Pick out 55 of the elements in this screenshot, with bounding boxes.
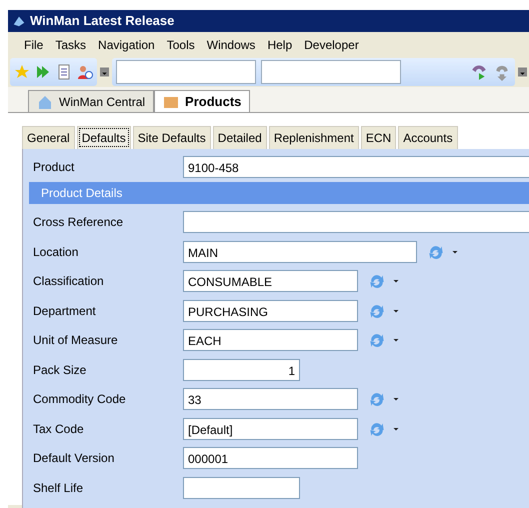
field-label: Pack Size — [33, 362, 88, 379]
input-field[interactable]: CONSUMABLE — [183, 270, 358, 292]
dropdown-icon[interactable] — [392, 277, 400, 286]
menu-item[interactable]: Developer — [298, 36, 365, 54]
field-label: Location — [33, 244, 80, 261]
tab[interactable]: Replenishment — [268, 126, 359, 149]
arrow-icon[interactable] — [35, 64, 51, 80]
tab[interactable]: General — [22, 126, 75, 149]
document-tab[interactable]: Products — [154, 90, 250, 112]
input-field[interactable]: 9100-458 — [183, 156, 529, 178]
app-icon — [12, 14, 26, 28]
field-label: Default Version — [33, 450, 116, 468]
window-title: WinMan Latest Release — [30, 12, 174, 30]
dropdown-icon[interactable] — [392, 395, 400, 404]
menu-item[interactable]: Navigation — [92, 36, 161, 54]
field-label: Classification — [33, 273, 105, 290]
search-field[interactable] — [116, 60, 256, 84]
search-field[interactable] — [261, 60, 401, 84]
dropdown-icon[interactable] — [392, 336, 400, 344]
input-field[interactable] — [183, 476, 300, 499]
input-field[interactable]: MAIN — [183, 240, 417, 263]
input-field[interactable]: [Default] — [183, 418, 358, 440]
home-icon — [37, 94, 53, 110]
tab[interactable]: Detailed — [212, 126, 267, 149]
field-label: Unit of Measure — [33, 332, 119, 350]
menu-item[interactable]: Tasks — [49, 36, 92, 54]
menu-item[interactable]: Windows — [200, 36, 262, 54]
field-label: Tax Code — [33, 420, 85, 438]
input-field[interactable]: PURCHASING — [183, 300, 358, 322]
input-field[interactable] — [183, 211, 529, 234]
phone-icon[interactable] — [470, 63, 488, 81]
menu-item[interactable]: File — [18, 36, 50, 54]
tab[interactable]: Accounts — [398, 126, 458, 149]
input-field[interactable]: 000001 — [183, 447, 358, 470]
tab[interactable]: Site Defaults — [132, 126, 211, 149]
section-header: Product Details — [29, 182, 529, 204]
menu-item[interactable]: Tools — [160, 36, 201, 54]
tab[interactable]: ECN — [360, 126, 396, 149]
input-field[interactable]: EACH — [183, 329, 358, 352]
input-field[interactable]: 1 — [183, 358, 300, 381]
refresh-icon[interactable] — [368, 390, 386, 408]
field-label: Commodity Code — [33, 391, 127, 408]
menu-item[interactable]: Help — [261, 36, 298, 54]
refresh-icon[interactable] — [368, 331, 386, 350]
refresh-icon[interactable] — [368, 272, 386, 290]
input-field[interactable]: 33 — [183, 388, 358, 410]
field-label: Department — [33, 302, 97, 320]
user-icon[interactable] — [77, 64, 93, 80]
tab[interactable]: Defaults — [76, 126, 131, 149]
field-label: Product — [33, 158, 76, 176]
star-icon[interactable] — [14, 64, 30, 80]
document-icon[interactable] — [56, 64, 72, 80]
field-label: Cross Reference — [33, 214, 124, 232]
document-tab[interactable]: WinMan Central — [28, 90, 154, 112]
field-label: Shelf Life — [33, 480, 84, 497]
